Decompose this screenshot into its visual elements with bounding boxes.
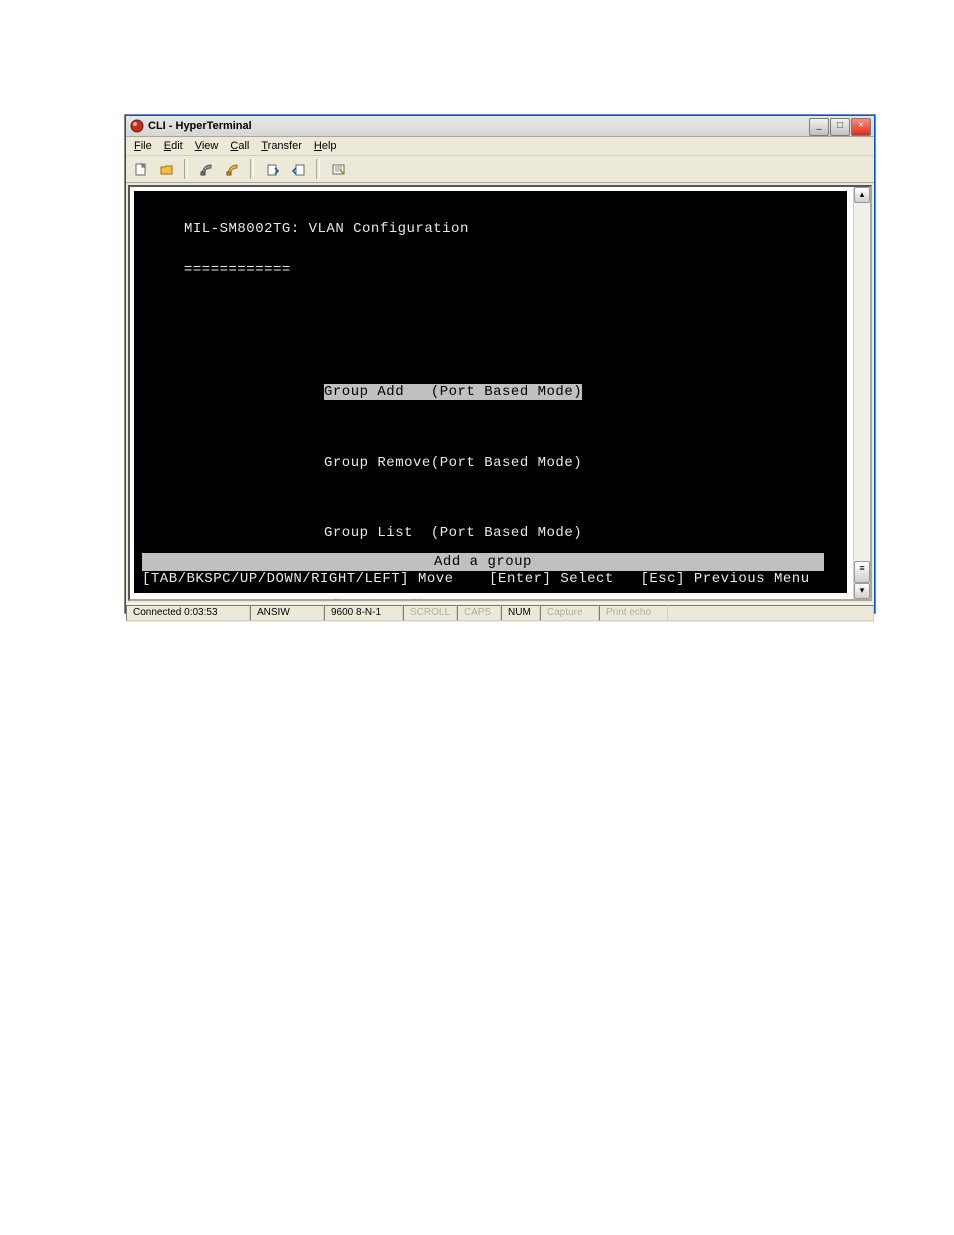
menu-item-previous[interactable]: <Previous Menu>: [134, 594, 847, 601]
menu-edit[interactable]: Edit: [158, 139, 189, 153]
toolbar-separator: [316, 159, 320, 179]
app-icon: [130, 119, 144, 133]
window-controls: _ □ ×: [809, 118, 871, 136]
status-scroll: SCROLL: [403, 605, 457, 621]
status-capture: Capture: [540, 605, 599, 621]
toolbar-separator: [250, 159, 254, 179]
titlebar: CLI - HyperTerminal _ □ ×: [126, 116, 874, 137]
scroll-up-icon[interactable]: ▴: [854, 187, 870, 203]
status-printecho: Print echo: [599, 605, 668, 621]
hyperterminal-window: CLI - HyperTerminal _ □ × File Edit View…: [125, 115, 875, 613]
scroll-thumb[interactable]: ≡: [854, 561, 870, 583]
close-button[interactable]: ×: [851, 118, 871, 136]
menu-help[interactable]: Help: [308, 139, 343, 153]
terminal-title: MIL-SM8002TG: VLAN Configuration: [134, 219, 847, 239]
terminal[interactable]: MIL-SM8002TG: VLAN Configuration =======…: [134, 191, 847, 593]
new-file-icon[interactable]: [130, 159, 150, 179]
terminal-help: [TAB/BKSPC/UP/DOWN/RIGHT/LEFT] Move [Ent…: [142, 569, 810, 589]
status-spacer: [668, 605, 874, 621]
menu-view[interactable]: View: [189, 139, 225, 153]
status-emulation: ANSIW: [250, 605, 324, 621]
menu-item-group-remove[interactable]: Group Remove(Port Based Mode): [134, 453, 847, 473]
scroll-down-icon[interactable]: ▾: [854, 583, 870, 599]
connect-icon[interactable]: [196, 159, 216, 179]
menu-file[interactable]: File: [128, 139, 158, 153]
menu-call[interactable]: Call: [224, 139, 255, 153]
status-settings: 9600 8-N-1: [324, 605, 403, 621]
menu-item-group-list[interactable]: Group List (Port Based Mode): [134, 523, 847, 543]
minimize-button[interactable]: _: [809, 118, 829, 136]
toolbar-separator: [184, 159, 188, 179]
menubar: File Edit View Call Transfer Help: [126, 137, 874, 156]
menu-item-group-add[interactable]: Group Add (Port Based Mode): [134, 382, 847, 402]
window-title: CLI - HyperTerminal: [148, 120, 252, 132]
receive-icon[interactable]: [288, 159, 308, 179]
menu-transfer[interactable]: Transfer: [255, 139, 308, 153]
toolbar: [126, 156, 874, 183]
vertical-scrollbar[interactable]: ▴ ≡ ▾: [853, 187, 870, 599]
status-connection: Connected 0:03:53: [126, 605, 250, 621]
terminal-underline: ============: [134, 260, 847, 280]
status-caps: CAPS: [457, 605, 501, 621]
terminal-container: MIL-SM8002TG: VLAN Configuration =======…: [128, 185, 872, 601]
maximize-button[interactable]: □: [830, 118, 850, 136]
status-num: NUM: [501, 605, 540, 621]
disconnect-icon[interactable]: [222, 159, 242, 179]
properties-icon[interactable]: [328, 159, 348, 179]
statusbar: Connected 0:03:53 ANSIW 9600 8-N-1 SCROL…: [126, 603, 874, 622]
send-icon[interactable]: [262, 159, 282, 179]
open-file-icon[interactable]: [156, 159, 176, 179]
